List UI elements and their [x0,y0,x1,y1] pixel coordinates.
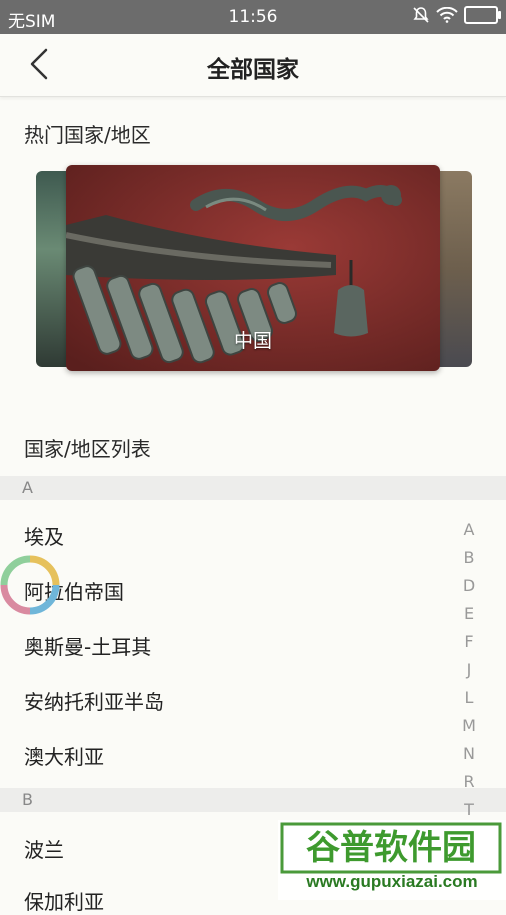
index-letter[interactable]: E [460,604,478,632]
index-letter[interactable]: R [460,772,478,800]
index-letter[interactable]: D [460,576,478,604]
wifi-icon [436,7,458,23]
index-letter[interactable]: J [460,660,478,688]
index-letter[interactable]: M [460,716,478,744]
battery-icon [464,6,501,24]
index-letter[interactable]: B [460,548,478,576]
hot-countries-carousel[interactable]: 中国 [36,165,472,371]
country-item[interactable]: 埃及 [24,521,64,550]
featured-country-label: 中国 [233,330,272,352]
loading-spinner-icon [0,555,60,615]
index-letter[interactable]: N [460,744,478,772]
index-letter[interactable]: A [460,520,478,548]
mute-icon [413,7,429,23]
country-list-title: 国家/地区列表 [24,437,151,461]
country-item[interactable]: 奥斯曼-土耳其 [24,631,151,660]
alphabet-index[interactable]: A B D E F J L M N R T [460,520,478,828]
status-bar: 无SIM 11:56 [0,0,506,34]
section-header-b: B [0,788,506,812]
hot-countries-title: 热门国家/地区 [24,123,151,147]
country-item[interactable]: 波兰 [24,834,64,863]
country-item[interactable]: 澳大利亚 [24,741,104,770]
section-header-a: A [0,476,506,500]
carousel-card-featured[interactable]: 中国 [66,165,440,371]
country-item[interactable]: 安纳托利亚半岛 [24,686,164,715]
page-title: 全部国家 [207,57,299,83]
nav-bar: 全部国家 [0,34,506,97]
watermark-url: www.gupuxiazai.com [306,872,478,891]
country-item[interactable]: 保加利亚 [24,886,104,915]
index-letter[interactable]: L [460,688,478,716]
index-letter[interactable]: F [460,632,478,660]
watermark-brand: 谷普软件园 [306,828,476,868]
site-watermark: 谷普软件园 www.gupuxiazai.com [278,820,506,900]
